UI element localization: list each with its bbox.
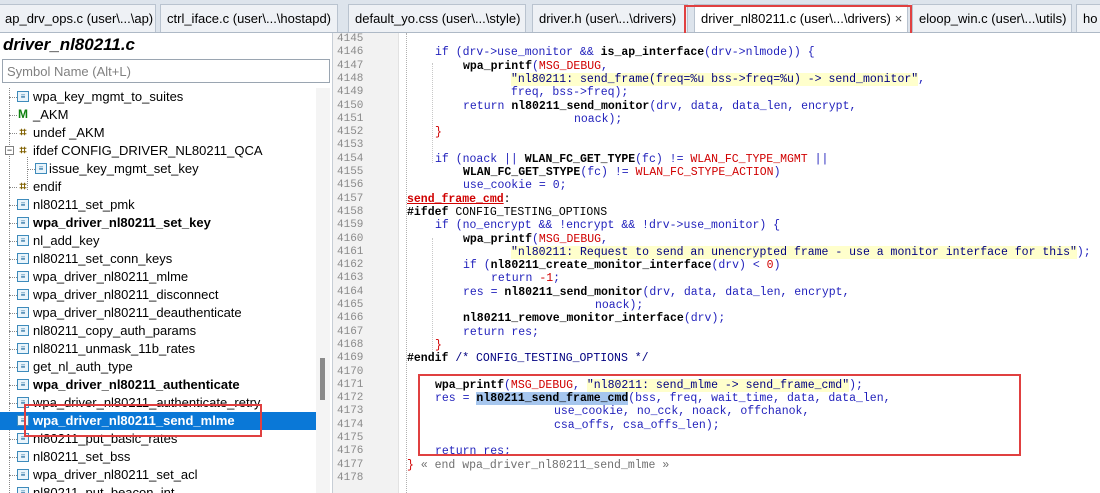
symbol-item[interactable]: ≡ wpa_key_mgmt_to_suites: [0, 88, 316, 106]
symbol-item[interactable]: − ⌗ ifdef CONFIG_DRIVER_NL80211_QCA: [0, 142, 316, 160]
preprocessor-icon: ⌗: [19, 125, 27, 139]
symbol-item[interactable]: ≡ wpa_driver_nl80211_set_acl: [0, 466, 316, 484]
tab-label: default_yo.css (user\...\style): [355, 11, 521, 26]
function-icon: ≡: [17, 235, 29, 246]
tab-ctrl-iface[interactable]: ctrl_iface.c (user\...\hostapd): [160, 4, 338, 32]
function-icon: ≡: [35, 163, 47, 174]
symbol-item[interactable]: ≡ wpa_driver_nl80211_deauthenticate: [0, 304, 316, 322]
tab-label: eloop_win.c (user\...\utils): [919, 11, 1067, 26]
code-line: 4168}: [337, 338, 442, 352]
tab-label: driver.h (user\...\drivers): [539, 11, 677, 26]
code-line: 4177} « end wpa_driver_nl80211_send_mlme…: [337, 458, 670, 472]
code-line: 4150 return nl80211_send_monitor(drv, dat…: [337, 99, 857, 113]
code-line: 4160 wpa_printf(MSG_DEBUG,: [337, 232, 608, 246]
code-line: 4152}: [337, 126, 442, 140]
symbol-search-input[interactable]: [2, 59, 330, 83]
symbol-list-scrollbar[interactable]: [316, 88, 330, 493]
code-line: 4153: [337, 139, 364, 152]
code-line: 4155 WLAN_FC_GET_STYPE(fc) != WLAN_FC_STY…: [337, 166, 781, 179]
symbol-item[interactable]: ≡ wpa_driver_nl80211_authenticate: [0, 376, 316, 394]
function-icon: ≡: [17, 307, 29, 318]
code-line: 4146 if (drv->use_monitor && is_ap_interf…: [337, 46, 815, 60]
function-icon: ≡: [17, 199, 29, 210]
symbol-item[interactable]: ≡ nl80211_set_bss: [0, 448, 316, 466]
annotation-box-code: [418, 374, 1021, 456]
code-line: 4163 return -1;: [337, 272, 561, 286]
scrollbar-thumb[interactable]: [320, 358, 325, 400]
panel-title: driver_nl80211.c: [3, 35, 135, 54]
symbol-item[interactable]: ≡ issue_key_mgmt_set_key: [0, 160, 316, 178]
tab-label: ctrl_iface.c (user\...\hostapd): [167, 11, 332, 26]
function-icon: ≡: [17, 325, 29, 336]
tab-overflow[interactable]: ho: [1076, 4, 1100, 32]
tab-default-yo-css[interactable]: default_yo.css (user\...\style): [348, 4, 526, 32]
code-line: 4158 #ifdef CONFIG_TESTING_OPTIONS: [337, 205, 608, 219]
function-icon: ≡: [17, 289, 29, 300]
code-line: 4166 nl80211_remove_monitor_interface(drv…: [337, 312, 726, 326]
preprocessor-icon: ⌗: [19, 143, 27, 157]
function-icon: ≡: [17, 271, 29, 282]
code-line: 4156 use_cookie = 0;: [337, 179, 567, 193]
function-icon: ≡: [17, 451, 29, 462]
function-icon: ≡: [17, 343, 29, 354]
tab-bar: ap_drv_ops.c (user\...\ap) ctrl_iface.c …: [0, 0, 1100, 33]
code-line: 4164 res = nl80211_send_monitor(drv, data…: [337, 285, 850, 299]
symbol-item[interactable]: ≡ wpa_driver_nl80211_set_key: [0, 214, 316, 232]
symbol-item[interactable]: ⌗ undef _AKM: [0, 124, 316, 142]
symbol-item[interactable]: ≡ get_nl_auth_type: [0, 358, 316, 376]
code-line: 4178: [337, 471, 364, 484]
symbol-item[interactable]: ≡ nl80211_unmask_11b_rates: [0, 340, 316, 358]
code-line: 4157 send_frame_cmd:: [337, 192, 511, 206]
symbol-item[interactable]: M _AKM: [0, 106, 316, 124]
symbol-item[interactable]: ≡ nl80211_put_beacon_int: [0, 484, 316, 493]
symbol-item[interactable]: ≡ nl80211_set_pmk: [0, 196, 316, 214]
code-line: 4154 if (noack || WLAN_FC_GET_TYPE(fc) !=…: [337, 152, 829, 166]
symbol-item[interactable]: ≡ nl_add_key: [0, 232, 316, 250]
code-line: 4169 #endif /* CONFIG_TESTING_OPTIONS */: [337, 352, 649, 366]
tab-driver-h[interactable]: driver.h (user\...\drivers): [532, 4, 688, 32]
annotation-box-symbol: [24, 404, 262, 437]
code-line: 4162 if (nl80211_create_monitor_interface…: [337, 259, 781, 273]
symbol-item[interactable]: ⌗ endif: [0, 178, 316, 196]
function-icon: ≡: [17, 91, 29, 102]
tab-eloop-win[interactable]: eloop_win.c (user\...\utils): [912, 4, 1072, 32]
symbol-item[interactable]: ≡ wpa_driver_nl80211_disconnect: [0, 286, 316, 304]
code-line: 4161 "nl80211: Request to send an unencry…: [337, 245, 1091, 259]
function-icon: ≡: [17, 361, 29, 372]
symbol-item[interactable]: ≡ wpa_driver_nl80211_mlme: [0, 268, 316, 286]
function-icon: ≡: [17, 469, 29, 480]
code-line: 4149 freq, bss->freq);: [337, 86, 629, 100]
code-line: 4151 noack);: [337, 112, 623, 126]
function-icon: ≡: [17, 217, 29, 228]
symbol-item[interactable]: ≡ nl80211_set_conn_keys: [0, 250, 316, 268]
symbol-item[interactable]: ≡ nl80211_copy_auth_params: [0, 322, 316, 340]
preprocessor-icon: ⌗: [19, 179, 27, 193]
tab-label: ho: [1083, 11, 1098, 26]
macro-icon: M: [18, 107, 28, 121]
tab-ap-drv-ops[interactable]: ap_drv_ops.c (user\...\ap): [0, 4, 156, 32]
collapse-icon[interactable]: −: [5, 146, 14, 155]
code-line: 4159 if (no_encrypt && !encrypt && !drv->…: [337, 219, 781, 233]
code-line: 4145: [337, 33, 364, 45]
code-line: 4147 wpa_printf(MSG_DEBUG,: [337, 59, 608, 73]
tab-label: ap_drv_ops.c (user\...\ap): [5, 11, 154, 26]
code-line: 4165 noack);: [337, 299, 644, 312]
code-line: 4167 return res;: [337, 325, 539, 339]
function-icon: ≡: [17, 253, 29, 264]
code-line: 4148 "nl80211: send_frame(freq=%u bss->fr…: [337, 72, 926, 86]
function-icon: ≡: [17, 379, 29, 390]
function-icon: ≡: [17, 487, 29, 493]
